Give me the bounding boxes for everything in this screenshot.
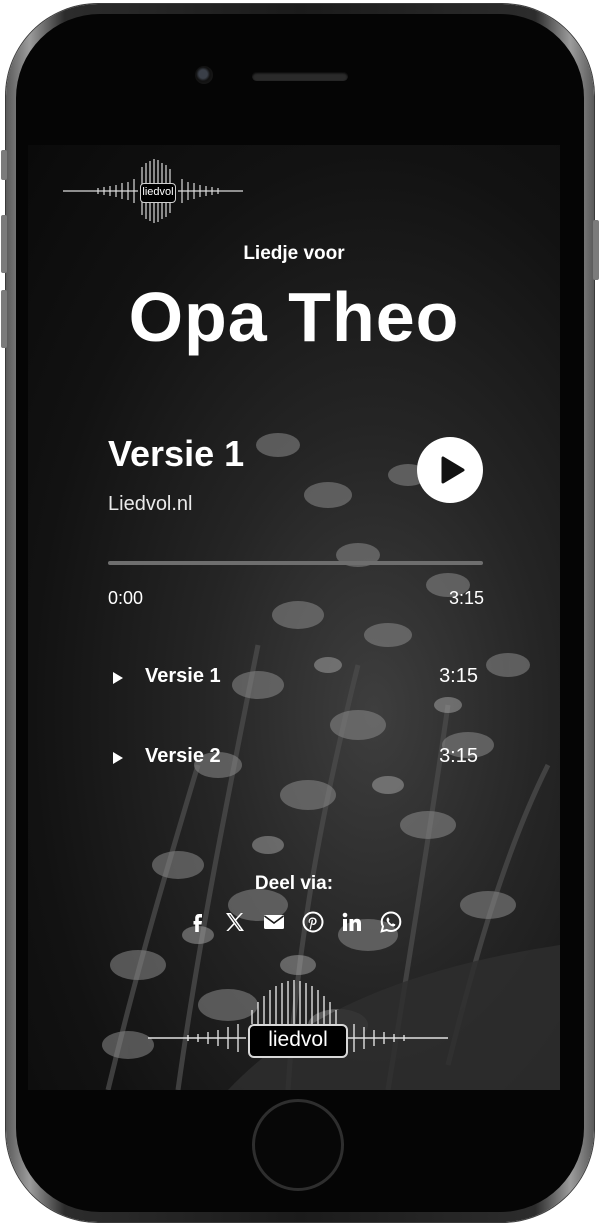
side-button-volume-down: [1, 290, 7, 348]
share-label: Deel via:: [254, 873, 334, 894]
play-icon: [441, 456, 465, 484]
side-button-mute: [1, 150, 7, 180]
earpiece-speaker: [252, 72, 348, 81]
play-button[interactable]: [417, 437, 483, 503]
progress-bar[interactable]: [108, 561, 483, 565]
track-name: Versie 1: [145, 665, 221, 687]
whatsapp-icon[interactable]: [379, 910, 403, 934]
front-camera: [195, 66, 213, 84]
track-name: Versie 2: [145, 745, 221, 767]
track-artist: Liedvol.nl: [108, 493, 193, 515]
play-small-icon: [113, 672, 123, 684]
track-duration: 3:15: [439, 665, 478, 687]
track-duration: 3:15: [439, 745, 478, 767]
side-button-volume-up: [1, 215, 7, 273]
time-total: 3:15: [448, 588, 484, 608]
logo-text: liedvol: [140, 183, 176, 203]
linkedin-icon[interactable]: [340, 910, 364, 934]
email-icon[interactable]: [262, 910, 286, 934]
home-button[interactable]: [252, 1099, 344, 1191]
x-icon[interactable]: [223, 910, 247, 934]
logo-text: liedvol: [248, 1024, 348, 1058]
app-screen: liedvol Liedje voor Opa Theo Versie 1 Li…: [28, 145, 560, 1090]
play-small-icon: [113, 752, 123, 764]
time-current: 0:00: [108, 588, 144, 608]
current-track-title: Versie 1: [108, 433, 245, 474]
page-title: Opa Theo: [128, 278, 460, 356]
share-icons: [183, 910, 408, 938]
pinterest-icon[interactable]: [301, 910, 325, 934]
page-kicker: Liedje voor: [243, 243, 345, 264]
liedvol-logo-top[interactable]: liedvol: [58, 155, 248, 225]
track-list-item[interactable]: Versie 1 3:15: [108, 663, 478, 693]
facebook-icon[interactable]: [185, 910, 209, 934]
side-button-power: [593, 220, 599, 280]
liedvol-logo-bottom[interactable]: liedvol: [148, 980, 448, 1080]
track-list-item[interactable]: Versie 2 3:15: [108, 743, 478, 773]
